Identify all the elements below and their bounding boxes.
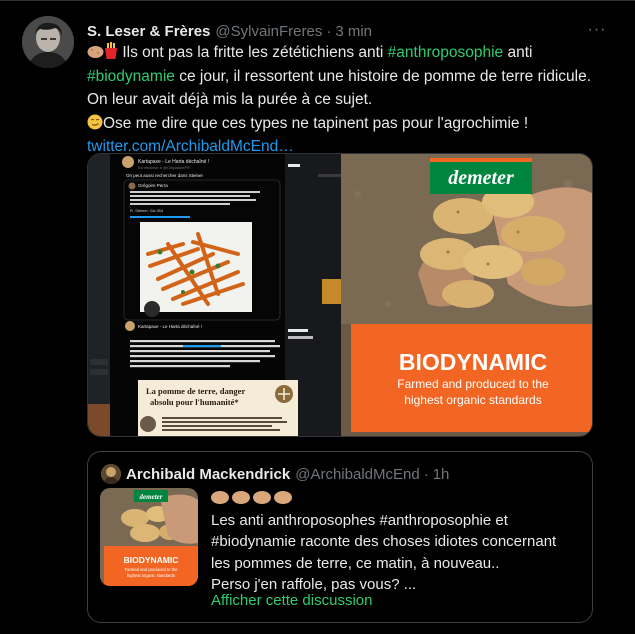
quoted-tweet-time: 1h — [432, 465, 450, 483]
tweet-text-line2: ce jour, il ressortent une histoire de p… — [174, 67, 592, 85]
thumb-subtitle-1: Farmed and produced to the — [125, 567, 179, 572]
quoted-text-line1: Les anti anthroposophes #anthroposophie … — [211, 511, 508, 529]
potato-icon — [211, 491, 229, 504]
quoted-tweet-text: Les anti anthroposophes #anthroposophie … — [211, 488, 581, 596]
smirk-face-icon — [87, 114, 103, 129]
quoted-avatar-1 — [122, 156, 134, 168]
infographic-title-2: absolu pour l'humanité* — [150, 397, 239, 407]
potato-icon — [274, 491, 292, 504]
author-name[interactable]: S. Leser & Frères — [87, 23, 210, 40]
tweet-media[interactable]: Kartapaxe - Le Harta déchaîné ! En répon… — [87, 153, 593, 437]
potato-icon — [232, 491, 250, 504]
tweet[interactable]: S. Leser & Frères @SylvainFreres · 3 min… — [0, 0, 635, 634]
quoted-tweet-thumbnail: demeter BIODYNAMIC Farmed and produced t… — [100, 488, 198, 586]
quoted-author-avatar — [101, 464, 121, 484]
tweet-header: S. Leser & Frères @SylvainFreres · 3 min — [87, 20, 372, 42]
infographic-title-1: La pomme de terre, danger — [146, 386, 245, 396]
separator: · — [326, 22, 332, 40]
banner-subtitle-1: Farmed and produced to the — [397, 377, 549, 391]
banner-title: BIODYNAMIC — [399, 349, 547, 375]
quoted-text-line3: les pommes de terre, ce matin, à nouveau… — [211, 554, 500, 572]
quoted-source: R. Steiner, GA 354 — [130, 208, 164, 213]
potato-icon — [87, 46, 104, 58]
quoted-text-line2: #biodynamie raconte des choses idiotes c… — [211, 533, 557, 550]
quoted-author-name: Archibald Mackendrick — [126, 465, 291, 483]
more-options-icon[interactable]: ··· — [585, 18, 609, 42]
show-thread-link[interactable]: Afficher cette discussion — [211, 592, 372, 609]
tweet-time[interactable]: 3 min — [335, 23, 372, 40]
quoted-tweet-header: Archibald Mackendrick @ArchibaldMcEnd · … — [126, 464, 449, 484]
quoted-emoji-row — [211, 488, 581, 510]
tweet-text-line4: Ose me dire que ces types ne tapinent pa… — [103, 114, 529, 132]
tweet-text-line1: Ils ont pas la fritte les zététichiens a… — [122, 44, 388, 61]
second-name: Kartapaxe - Le Harta déchaîné ! — [138, 324, 202, 329]
hashtag-anthroposophie[interactable]: #anthroposophie — [388, 44, 504, 61]
tweet-text: Ils ont pas la fritte les zététichiens a… — [87, 41, 607, 159]
author-handle[interactable]: @SylvainFreres — [215, 23, 322, 40]
left-header-line: En réponse à @CmpaAxeFR — [138, 165, 190, 170]
thumb-subtitle-2: highest organic standards — [127, 573, 175, 578]
quoted-tweet[interactable]: Archibald Mackendrick @ArchibaldMcEnd · … — [87, 451, 593, 623]
separator: · — [423, 465, 429, 483]
hashtag-biodynamie[interactable]: #biodynamie — [87, 68, 175, 85]
thumb-title: BIODYNAMIC — [124, 555, 179, 565]
fries-icon — [105, 42, 117, 59]
thumb-brand: demeter — [140, 493, 163, 501]
tweet-text-line1-suffix: anti — [503, 44, 533, 61]
left-sub: On peut aussi rechercher dans Steiner — [126, 173, 204, 178]
banner-subtitle-2: highest organic standards — [404, 393, 541, 407]
quoted-name: Grégoire Perra — [138, 183, 168, 188]
tweet-text-line3: On leur avait déjà mis la purée à ce suj… — [87, 91, 373, 108]
author-avatar[interactable] — [22, 16, 74, 68]
potato-icon — [253, 491, 271, 504]
demeter-brand: demeter — [448, 167, 514, 189]
quoted-author-handle: @ArchibaldMcEnd — [295, 465, 420, 483]
